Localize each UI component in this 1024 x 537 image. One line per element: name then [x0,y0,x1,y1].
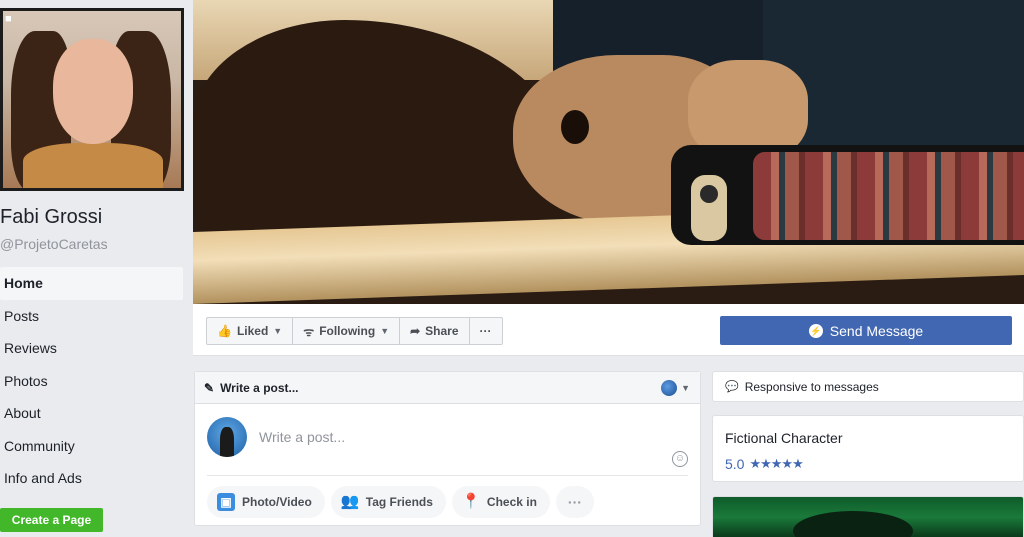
more-options-button[interactable]: ··· [470,318,502,344]
nav-item-reviews[interactable]: Reviews [0,332,183,365]
following-label: Following [319,324,376,338]
liked-button[interactable]: 👍 Liked ▼ [207,318,294,344]
composer-more-button[interactable]: ··· [555,486,594,518]
speech-bubble-icon: 💬 [725,381,739,393]
cover-phone-case [753,152,1024,240]
nav-item-info-and-ads[interactable]: Info and Ads [0,462,183,495]
camera-icon[interactable]: ■ [5,13,19,25]
pencil-icon: ✎ [204,380,215,395]
rss-icon: ᯤ [303,324,315,339]
share-label: Share [425,324,459,338]
page-category[interactable]: Fictional Character [725,430,1011,446]
nav-item-posts[interactable]: Posts [0,300,183,333]
tag-friends-icon: 👥 [340,493,360,510]
emoji-icon[interactable]: ☺ [672,451,688,467]
tag-friends-label: Tag Friends [365,495,433,509]
location-pin-icon: 📍 [461,493,481,510]
liked-label: Liked [236,324,269,338]
composer-more-label: ··· [567,494,582,510]
photo-video-button[interactable]: ▣ Photo/Video [207,486,325,518]
cover-phone-camera [691,175,727,241]
following-button[interactable]: ᯤ Following ▼ [293,318,401,344]
page-rating[interactable]: 5.0 ★★★★★ [725,456,1011,472]
globe-icon [661,380,678,396]
composer-header[interactable]: ✎ Write a post... ▼ [195,372,700,404]
composer-header-label: Write a post... [220,380,299,395]
create-page-button[interactable]: Create a Page [0,508,103,532]
tag-friends-button[interactable]: 👥 Tag Friends [330,486,446,518]
rating-value: 5.0 [725,456,745,472]
profile-shirt [23,143,163,188]
share-icon: ➦ [410,324,421,338]
page-info-card: Fictional Character 5.0 ★★★★★ [712,415,1024,482]
nav-item-about[interactable]: About [0,397,183,430]
profile-face [53,39,133,144]
chevron-down-icon: ▼ [273,326,283,336]
composer-input[interactable]: Write a post... [259,429,345,445]
avatar [207,417,247,457]
send-message-label: Send Message [829,322,924,339]
profile-photo: ■ [3,11,181,188]
chevron-down-icon: ▼ [380,326,390,336]
photo-preview[interactable] [712,496,1024,537]
profile-picture[interactable]: ■ [0,8,184,191]
page-action-bar: 👍 Liked ▼ ᯤ Following ▼ ➦ Share ··· ⚡ Se… [193,304,1024,356]
photo-icon: ▣ [217,493,235,511]
check-in-button[interactable]: 📍 Check in [451,486,550,518]
page-handle[interactable]: @ProjetoCaretas [0,236,108,252]
page-action-buttons: 👍 Liked ▼ ᯤ Following ▼ ➦ Share ··· [206,317,503,345]
check-in-label: Check in [486,495,537,509]
composer-body[interactable]: Write a post... ☺ [207,404,688,476]
cover-photo[interactable] [193,0,1024,304]
send-message-button[interactable]: ⚡ Send Message [720,316,1012,345]
messenger-icon: ⚡ [808,323,823,338]
page-nav: Home Posts Reviews Photos About Communit… [0,267,183,495]
nav-item-community[interactable]: Community [0,430,183,463]
thumbs-up-icon: 👍 [217,324,232,338]
composer-actions: ▣ Photo/Video 👥 Tag Friends 📍 Check in ·… [207,486,594,518]
post-as-selector[interactable]: ▼ [661,380,690,396]
responsiveness-badge: 💬 Responsive to messages [712,371,1024,402]
post-composer: ✎ Write a post... ▼ Write a post... ☺ ▣ … [194,371,701,526]
share-button[interactable]: ➦ Share [400,318,470,344]
page-title: Fabi Grossi [0,206,103,228]
photo-video-label: Photo/Video [242,495,312,509]
star-rating-icon: ★★★★★ [749,456,803,471]
nav-item-photos[interactable]: Photos [0,365,183,398]
cover-eye [561,110,589,144]
responsive-label: Responsive to messages [744,379,879,394]
chevron-down-icon: ▼ [681,383,690,393]
nav-item-home[interactable]: Home [0,267,183,300]
more-label: ··· [479,324,492,338]
